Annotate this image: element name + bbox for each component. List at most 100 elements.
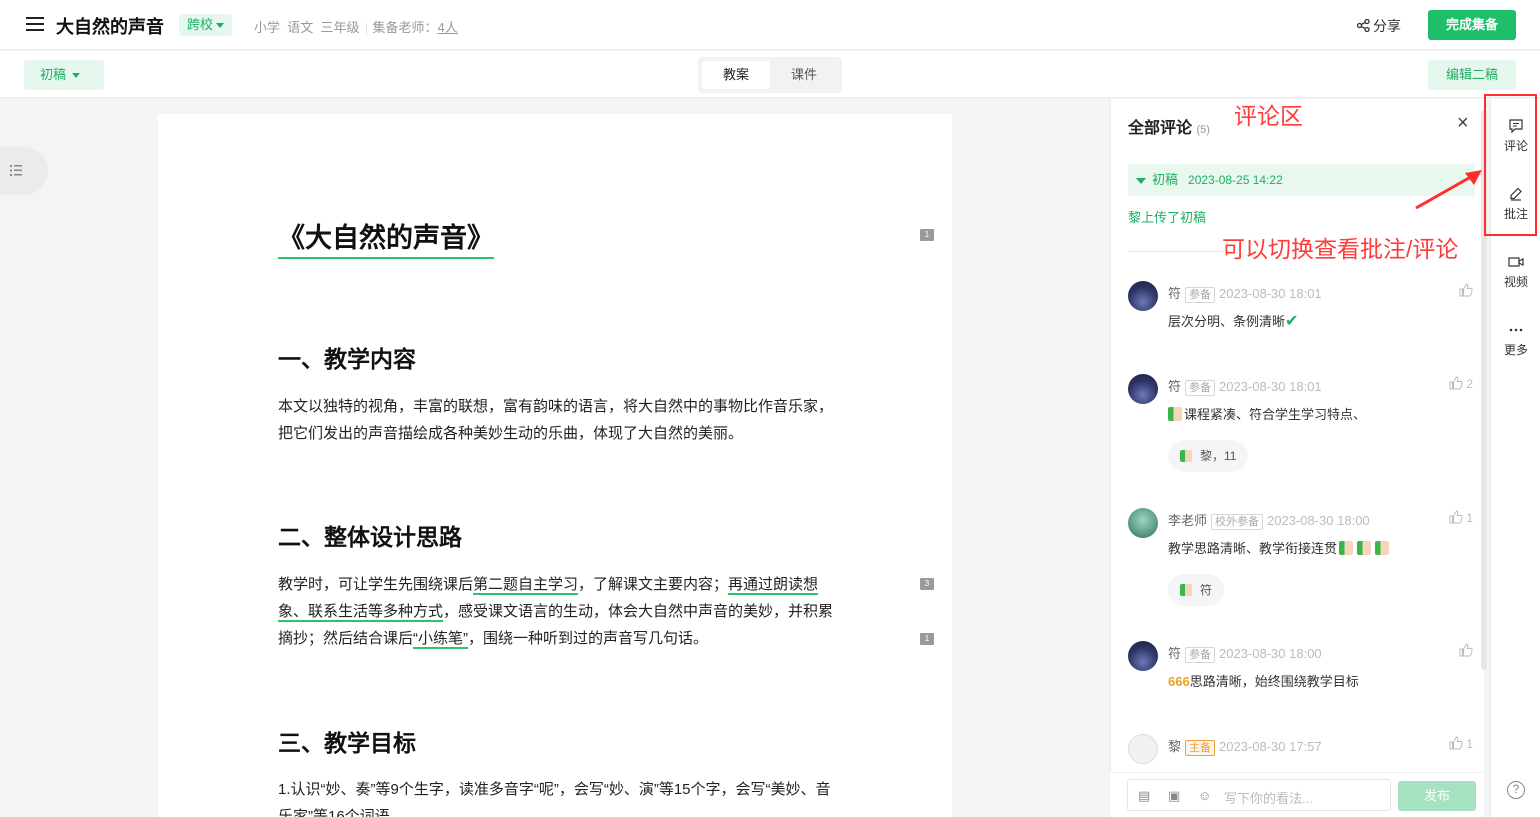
divider <box>1128 251 1228 252</box>
annotated-text[interactable]: “小练笔” <box>413 630 469 649</box>
rail-video-label: 视频 <box>1503 275 1528 289</box>
draft-version-select[interactable]: 初稿 <box>24 60 104 90</box>
cross-school-label: 跨校 <box>187 17 214 32</box>
list-icon <box>10 165 22 176</box>
sub-toolbar: 初稿 教案 课件 编辑二稿 <box>0 51 1540 98</box>
avatar <box>1128 374 1158 404</box>
section-paragraph: 教学时，可让学生先围绕课后第二题自主学习，了解课文主要内容；再通过朗读想象、联系… <box>278 571 838 652</box>
like-button[interactable] <box>1459 283 1473 300</box>
annotated-text[interactable]: 第二题自主学习 <box>473 576 579 595</box>
teacher-count-link[interactable]: 4人 <box>438 20 458 35</box>
section-heading: 三、教学目标 <box>278 730 416 756</box>
rail-video-button[interactable]: 视频 <box>1491 255 1540 290</box>
comments-title-text: 全部评论 <box>1128 120 1193 137</box>
thumbs-up-icon <box>1449 510 1463 524</box>
comment-time: 2023-08-30 18:01 <box>1219 379 1322 394</box>
draft-group-label: 初稿 <box>1152 172 1179 187</box>
close-icon[interactable]: × <box>1457 112 1469 135</box>
reaction-chip[interactable]: 符 <box>1168 574 1225 606</box>
check-icon: ✔ <box>1285 313 1299 330</box>
section-paragraph: 1.认识“妙、奏”等9个生字，读准多音字“呢”，会写“妙、演”等15个字，会写“… <box>278 781 831 817</box>
edit-second-draft-button[interactable]: 编辑二稿 <box>1428 60 1516 90</box>
comment-placeholder: 写下你的看法... <box>1224 791 1313 806</box>
comment-body: 思路清晰，始终围绕教学目标 <box>1189 674 1359 689</box>
hamburger-menu-icon[interactable] <box>26 17 44 31</box>
meta-grade: 三年级 <box>320 20 360 35</box>
text-icon[interactable]: ▤ <box>1138 788 1150 804</box>
paragraph-text: 教学时，可让学生先围绕课后 <box>278 576 474 593</box>
upload-note: 黎上传了初稿 <box>1128 210 1207 225</box>
reaction-chip[interactable]: 黎，11 <box>1168 440 1249 472</box>
thumbs-up-icon <box>1459 643 1473 657</box>
thumbs-up-emoji-icon <box>1375 541 1390 555</box>
comment-body: 教学思路清晰、教学衔接连贯 <box>1168 541 1338 556</box>
thumbs-up-emoji-icon <box>1180 584 1192 596</box>
meta-divider <box>365 22 367 35</box>
like-button[interactable]: 2 <box>1449 376 1473 391</box>
comment-header: 黎主备 2023-08-30 17:57 <box>1168 736 1322 756</box>
doc-type-tabs: 教案 课件 <box>698 57 842 93</box>
comment-header: 符参备 2023-08-30 18:00 <box>1168 643 1322 663</box>
comment-input[interactable]: ▤ ▣ ☺ 写下你的看法... <box>1127 779 1391 811</box>
annotation-switch-hint: 可以切换查看批注/评论 <box>1222 236 1459 262</box>
tab-lesson-plan[interactable]: 教案 <box>702 61 770 89</box>
reaction-users: 黎，11 <box>1200 449 1237 463</box>
paragraph-text: ，了解课文主要内容； <box>578 576 729 593</box>
help-icon[interactable]: ? <box>1507 781 1525 799</box>
avatar <box>1128 734 1158 764</box>
cross-school-tag[interactable]: 跨校 <box>179 14 233 36</box>
outline-toggle-button[interactable] <box>0 147 48 195</box>
like-button[interactable]: 1 <box>1449 736 1473 751</box>
draft-version-label: 初稿 <box>40 67 67 82</box>
role-badge: 参备 <box>1185 287 1216 303</box>
thumbs-up-emoji-icon <box>1357 541 1372 555</box>
thumbs-up-icon <box>1449 376 1463 390</box>
comment-author: 符 <box>1168 379 1182 394</box>
document-heading: 《大自然的声音》 <box>278 216 494 259</box>
image-icon[interactable]: ▣ <box>1168 788 1180 804</box>
section-heading: 二、整体设计思路 <box>278 524 462 550</box>
share-icon <box>1356 18 1370 33</box>
role-badge: 校外参备 <box>1211 514 1264 530</box>
finish-collab-button[interactable]: 完成集备 <box>1428 10 1516 40</box>
thumbs-up-emoji-icon <box>1168 407 1182 421</box>
publish-button[interactable]: 发布 <box>1398 781 1476 811</box>
document-title: 大自然的声音 <box>56 17 164 37</box>
emoji-icon[interactable]: ☺ <box>1198 788 1211 803</box>
annotation-arrow-icon <box>1415 170 1482 210</box>
comment-composer: ▤ ▣ ☺ 写下你的看法... 发布 <box>1110 772 1484 817</box>
comments-panel-title: 全部评论 (5) <box>1128 114 1210 138</box>
like-button[interactable] <box>1459 643 1473 660</box>
caret-down-icon <box>72 73 81 79</box>
rail-more-label: 更多 <box>1503 343 1528 357</box>
comment-header: 符参备 2023-08-30 18:01 <box>1168 376 1322 396</box>
section-heading: 一、教学内容 <box>278 346 416 372</box>
meta-stage: 小学 <box>254 20 281 35</box>
share-button[interactable]: 分享 <box>1356 16 1401 36</box>
comment-author: 符 <box>1168 646 1182 661</box>
share-label: 分享 <box>1373 18 1401 34</box>
comment-time: 2023-08-30 18:00 <box>1267 513 1370 528</box>
document-page: 《大自然的声音》 1 一、教学内容 本文以独特的视角，丰富的联想，富有韵味的语言… <box>158 114 952 817</box>
comment-text: 层次分明、条例清晰✔ <box>1168 311 1298 331</box>
caret-down-icon <box>216 23 225 29</box>
tab-courseware[interactable]: 课件 <box>770 61 838 89</box>
annotation-highlight-box <box>1484 94 1537 236</box>
rail-more-button[interactable]: 更多 <box>1491 323 1540 358</box>
comment-time: 2023-08-30 17:57 <box>1219 739 1322 754</box>
comment-body: 层次分明、条例清晰 <box>1168 314 1286 329</box>
role-badge: 参备 <box>1185 380 1216 396</box>
role-badge: 主备 <box>1185 740 1216 756</box>
section-paragraph: 本文以独特的视角，丰富的联想，富有韵味的语言，将大自然中的事物比作音乐家，把它们… <box>278 398 834 442</box>
comment-marker[interactable]: 1 <box>920 633 934 645</box>
like-button[interactable]: 1 <box>1449 510 1473 525</box>
comment-text: 666思路清晰，始终围绕教学目标 <box>1168 671 1359 690</box>
paragraph-text: ，围绕一种听到过的声音写几句话。 <box>468 630 709 647</box>
comment-time: 2023-08-30 18:00 <box>1219 646 1322 661</box>
meta-subject: 语文 <box>287 20 314 35</box>
comment-marker[interactable]: 3 <box>920 578 934 590</box>
comment-marker[interactable]: 1 <box>920 229 934 241</box>
avatar <box>1128 508 1158 538</box>
comment-header: 符参备 2023-08-30 18:01 <box>1168 283 1322 303</box>
comment-text: 课程紧凑、符合学生学习特点、 <box>1168 404 1366 423</box>
